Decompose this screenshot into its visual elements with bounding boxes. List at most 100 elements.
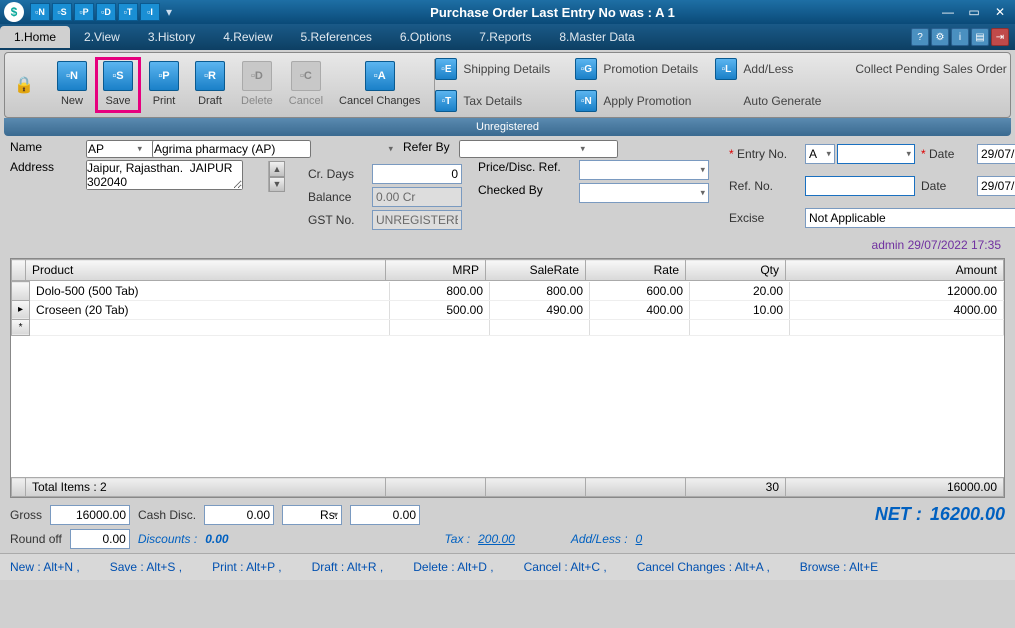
quick-t-icon[interactable]: ▫T <box>118 3 138 21</box>
delete-button: ▫DDelete <box>235 59 279 111</box>
delete-icon: ▫D <box>242 61 272 91</box>
grid-row[interactable]: ▸ Croseen (20 Tab) 500.00 490.00 400.00 … <box>12 300 1004 319</box>
cancel-button: ▫CCancel <box>283 59 329 111</box>
scroll-up-icon[interactable]: ▲ <box>269 161 285 177</box>
addless-value[interactable]: 0 <box>636 532 643 546</box>
tab-home[interactable]: 1.Home <box>0 26 70 48</box>
shipping-icon: ▫E <box>435 58 457 80</box>
user-timestamp: admin 29/07/2022 17:35 <box>0 236 1015 256</box>
grid-new-row[interactable]: * <box>12 319 1004 335</box>
tab-references[interactable]: 5.References <box>287 26 386 48</box>
discounts-value: 0.00 <box>205 532 228 546</box>
hotkey-print: Print : Alt+P , <box>212 560 281 574</box>
save-button[interactable]: ▫SSave <box>97 59 139 111</box>
menubar: 1.Home 2.View 3.History 4.Review 5.Refer… <box>0 24 1015 50</box>
col-rate[interactable]: Rate <box>586 260 686 281</box>
cash-disc-input[interactable] <box>204 505 274 525</box>
window-title: Purchase Order Last Entry No was : A 1 <box>172 5 933 20</box>
exit-icon[interactable]: ⇥ <box>991 28 1009 46</box>
excise-input[interactable] <box>805 208 1015 228</box>
refer-by-input[interactable] <box>459 140 618 158</box>
hotkey-delete: Delete : Alt+D , <box>413 560 493 574</box>
entry-no-label: Entry No. <box>729 147 799 161</box>
scroll-down-icon[interactable]: ▼ <box>269 177 285 193</box>
name-input[interactable] <box>152 140 311 158</box>
net-value: 16200.00 <box>930 504 1005 525</box>
rowhdr-col <box>12 260 26 281</box>
quick-i-icon[interactable]: ▫I <box>140 3 160 21</box>
hotkeys-bar: New : Alt+N , Save : Alt+S , Print : Alt… <box>0 553 1015 580</box>
gst-no-input <box>372 210 462 230</box>
name-label: Name <box>10 140 80 154</box>
roundoff-input[interactable] <box>70 529 130 549</box>
tab-master-data[interactable]: 8.Master Data <box>545 26 648 48</box>
quick-save-icon[interactable]: ▫S <box>52 3 72 21</box>
tax-value[interactable]: 200.00 <box>478 532 515 546</box>
hotkey-new: New : Alt+N , <box>10 560 80 574</box>
cr-days-label: Cr. Days <box>308 167 368 181</box>
date2-input[interactable] <box>977 176 1015 196</box>
balance-label: Balance <box>308 190 368 204</box>
cancel-icon: ▫C <box>291 61 321 91</box>
checked-by-input[interactable] <box>579 183 709 203</box>
draft-button[interactable]: ▫RDraft <box>189 59 231 111</box>
entry-no-input[interactable] <box>837 144 915 164</box>
add-less-button[interactable]: ▫LAdd/Less <box>715 53 855 85</box>
hotkey-draft: Draft : Alt+R , <box>312 560 384 574</box>
roundoff-label: Round off <box>10 532 62 546</box>
hotkey-cancel: Cancel : Alt+C , <box>524 560 607 574</box>
tab-history[interactable]: 3.History <box>134 26 209 48</box>
col-qty[interactable]: Qty <box>686 260 786 281</box>
grid-row[interactable]: Dolo-500 (500 Tab) 800.00 800.00 600.00 … <box>12 282 1004 301</box>
price-disc-ref-input[interactable] <box>579 160 709 180</box>
new-button[interactable]: ▫NNew <box>51 59 93 111</box>
net-label: NET : <box>875 504 922 525</box>
entry-prefix-input[interactable] <box>805 144 835 164</box>
col-amount[interactable]: Amount <box>786 260 1004 281</box>
tab-options[interactable]: 6.Options <box>386 26 465 48</box>
quick-draft-icon[interactable]: ▫D <box>96 3 116 21</box>
hotkey-browse: Browse : Alt+E <box>800 560 878 574</box>
items-grid: Product MRP SaleRate Rate Qty Amount Dol… <box>10 258 1005 498</box>
col-product[interactable]: Product <box>26 260 386 281</box>
close-button[interactable]: ✕ <box>989 3 1011 21</box>
settings-icon[interactable]: ⚙ <box>931 28 949 46</box>
minimize-button[interactable]: — <box>937 3 959 21</box>
collect-pending-button[interactable]: Collect Pending Sales Order <box>855 53 1006 85</box>
lock-icon: 🔒 <box>13 74 35 96</box>
shipping-details-button[interactable]: ▫EShipping Details <box>435 53 575 85</box>
address-input[interactable]: Jaipur, Rajasthan. JAIPUR 302040 PhoneNo… <box>86 160 243 190</box>
draft-icon: ▫R <box>195 61 225 91</box>
cancel-changes-icon: ▫A <box>365 61 395 91</box>
disc-type-select[interactable] <box>282 505 342 525</box>
doc-icon[interactable]: ▤ <box>971 28 989 46</box>
ribbon: 🔒 ▫NNew ▫SSave ▫PPrint ▫RDraft ▫DDelete … <box>4 52 1011 118</box>
disc-amt-input[interactable] <box>350 505 420 525</box>
print-button[interactable]: ▫PPrint <box>143 59 185 111</box>
tab-review[interactable]: 4.Review <box>209 26 286 48</box>
promotion-details-button[interactable]: ▫GPromotion Details <box>575 53 715 85</box>
tab-view[interactable]: 2.View <box>70 26 134 48</box>
ref-no-input[interactable] <box>805 176 915 196</box>
date1-input[interactable] <box>977 144 1015 164</box>
auto-generate-button[interactable]: Auto Generate <box>715 85 855 117</box>
cr-days-input[interactable] <box>372 164 462 184</box>
total-items-label: Total Items : 2 <box>26 478 386 497</box>
hotkey-cancel-changes: Cancel Changes : Alt+A , <box>637 560 770 574</box>
gross-input[interactable] <box>50 505 130 525</box>
col-salerate[interactable]: SaleRate <box>486 260 586 281</box>
tab-reports[interactable]: 7.Reports <box>465 26 545 48</box>
cancel-changes-button[interactable]: ▫ACancel Changes <box>333 59 426 111</box>
tax-details-button[interactable]: ▫TTax Details <box>435 85 575 117</box>
quick-print-icon[interactable]: ▫P <box>74 3 94 21</box>
col-mrp[interactable]: MRP <box>386 260 486 281</box>
gross-label: Gross <box>10 508 42 522</box>
new-icon: ▫N <box>57 61 87 91</box>
quick-new-icon[interactable]: ▫N <box>30 3 50 21</box>
total-qty: 30 <box>686 478 786 497</box>
info-icon[interactable]: i <box>951 28 969 46</box>
totals-footer: Gross Cash Disc. NET : 16200.00 <box>0 500 1015 529</box>
apply-promotion-button[interactable]: ▫NApply Promotion <box>575 85 715 117</box>
maximize-button[interactable]: ▭ <box>963 3 985 21</box>
help-icon[interactable]: ? <box>911 28 929 46</box>
